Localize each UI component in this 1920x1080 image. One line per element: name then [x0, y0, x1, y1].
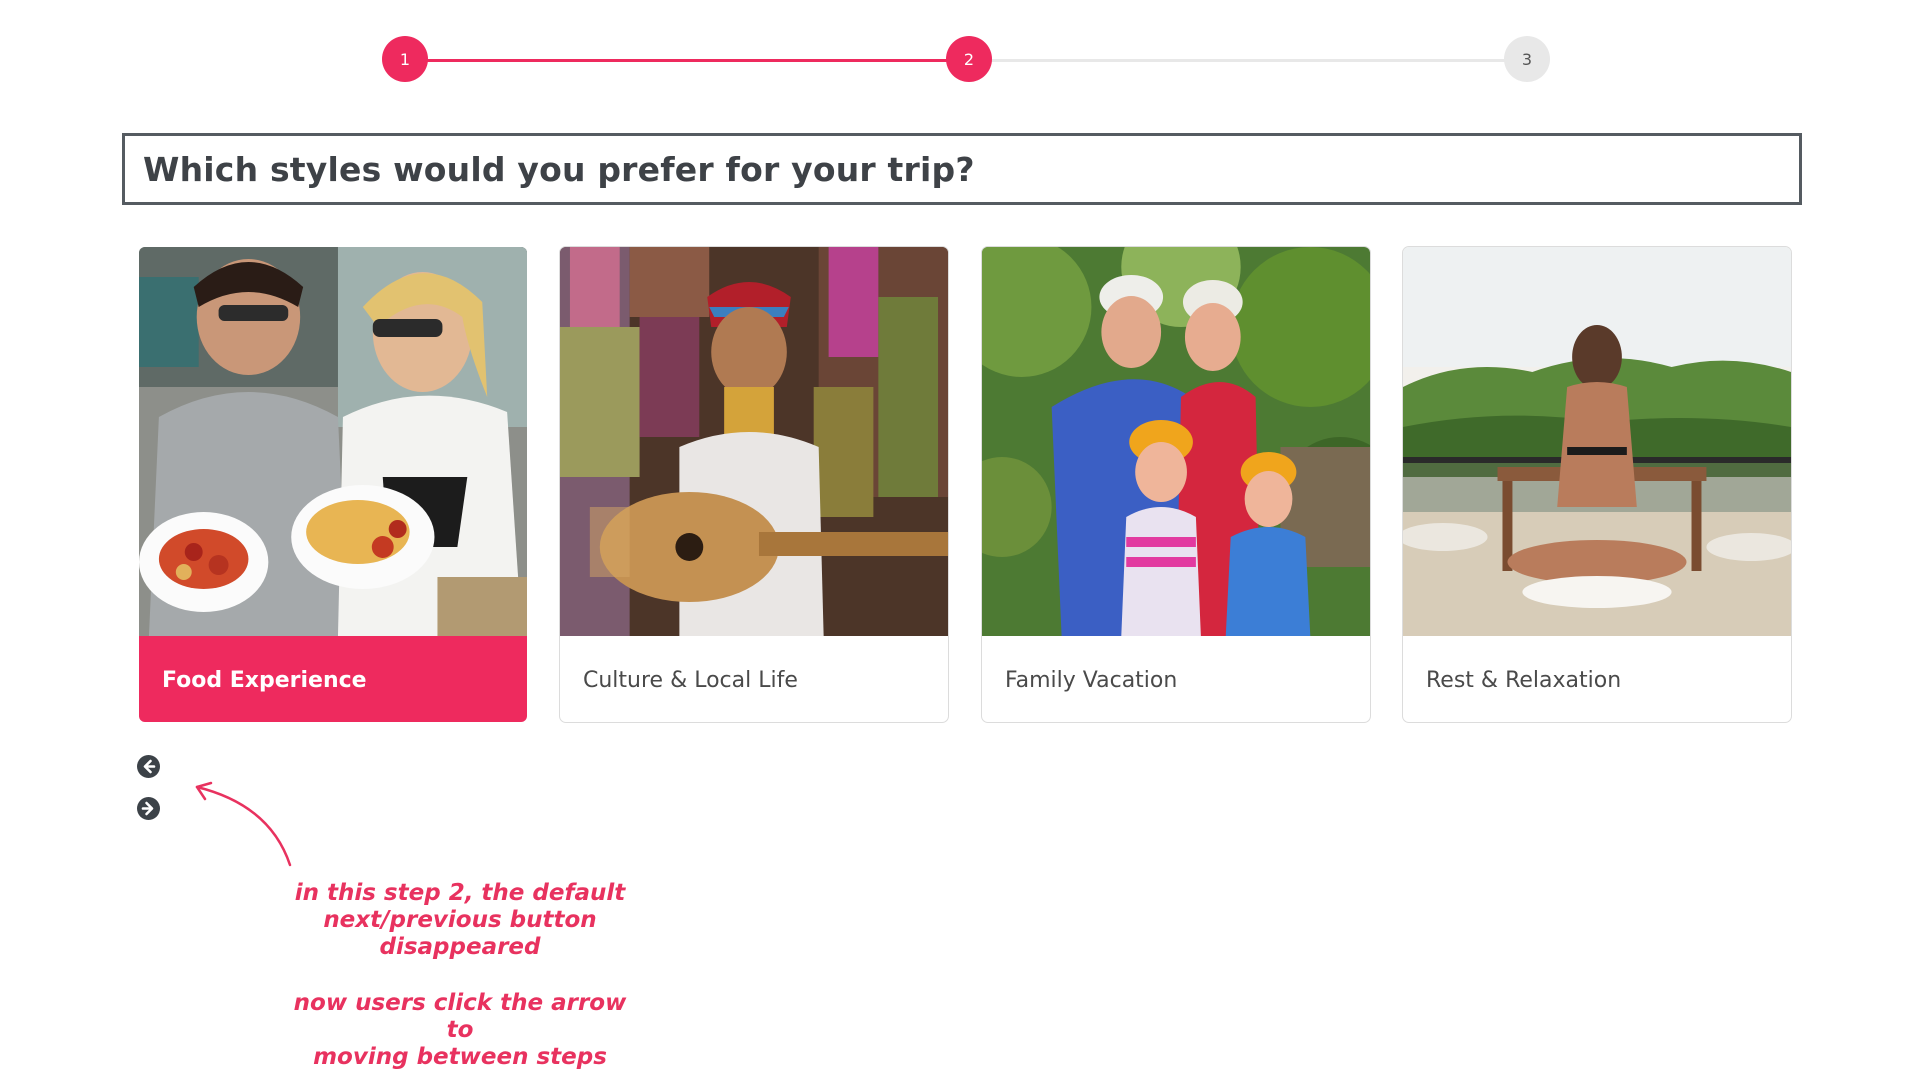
step-3[interactable]: 3 — [1504, 36, 1550, 82]
annotation-line: next/previous button — [323, 907, 597, 933]
question-box: Which styles would you prefer for your t… — [122, 133, 1802, 205]
option-label: Family Vacation — [1005, 667, 1178, 693]
annotation-line: disappeared — [379, 934, 541, 960]
arrow-right-circle-icon — [137, 797, 160, 820]
option-card-family-vacation[interactable]: Family Vacation — [981, 246, 1371, 723]
step-2[interactable]: 2 — [946, 36, 992, 82]
option-label: Rest & Relaxation — [1426, 667, 1622, 693]
question-title: Which styles would you prefer for your t… — [143, 149, 975, 189]
option-card-culture-local-life[interactable]: Culture & Local Life — [559, 246, 949, 723]
step-1-label: 1 — [399, 49, 411, 69]
option-card-rest-relaxation[interactable]: Rest & Relaxation — [1402, 246, 1792, 723]
annotation-arrow — [195, 781, 292, 867]
annotation-note-2: now users click the arrow to moving betw… — [280, 990, 640, 1071]
annotation-line: moving between steps — [313, 1044, 607, 1070]
previous-step-button[interactable] — [137, 755, 160, 778]
step-2-label: 2 — [963, 49, 975, 69]
option-card-food-experience[interactable]: Food Experience — [138, 246, 528, 723]
annotation-note-1: in this step 2, the default next/previou… — [280, 880, 640, 961]
next-step-button[interactable] — [137, 797, 160, 820]
family-vacation-photo — [982, 247, 1370, 636]
option-label: Culture & Local Life — [583, 667, 798, 693]
culture-local-life-photo — [560, 247, 948, 636]
annotation-line: in this step 2, the default — [294, 880, 626, 906]
food-experience-photo — [139, 247, 527, 636]
progress-stepper: 1 2 3 — [382, 36, 1550, 84]
annotation-line: now users click the arrow to — [293, 990, 627, 1043]
stepper-line-completed — [406, 59, 970, 62]
step-1[interactable]: 1 — [382, 36, 428, 82]
stepper-line-remaining — [970, 59, 1526, 62]
rest-relaxation-photo — [1403, 247, 1791, 636]
step-3-label: 3 — [1521, 49, 1533, 69]
option-label: Food Experience — [139, 636, 527, 722]
arrow-left-circle-icon — [137, 755, 160, 778]
